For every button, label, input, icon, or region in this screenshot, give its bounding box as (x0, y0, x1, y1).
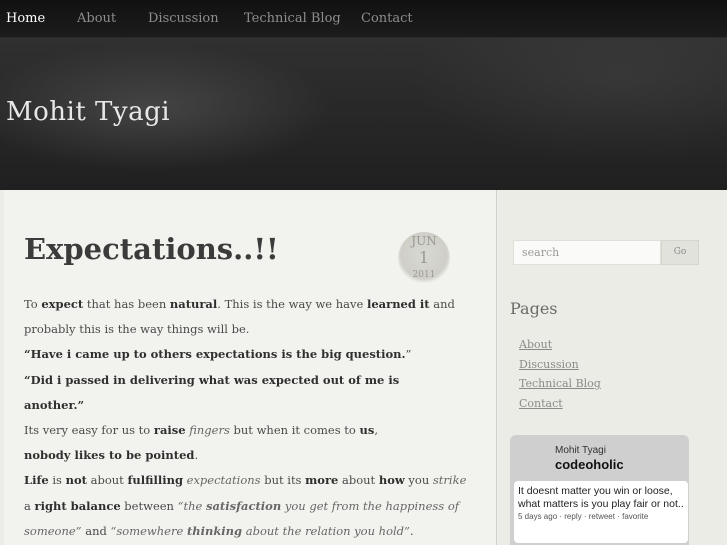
post-text-segment: “the (177, 498, 206, 513)
post-text-segment: us (359, 422, 375, 437)
post-text-segment: how (378, 473, 405, 488)
post-line: Its very easy for us to raise fingers bu… (24, 418, 404, 443)
post-text-segment: that has been (83, 297, 170, 311)
tweet-meta: 5 days ago · reply · retweet · favorite (518, 512, 684, 521)
post-text-segment: right balance (34, 498, 121, 513)
pages-link-contact[interactable]: Contact (519, 397, 563, 410)
tweet-favorite-link[interactable]: favorite (622, 512, 648, 521)
post-text-segment: learned it (367, 297, 430, 311)
post-text-segment: more (305, 473, 339, 488)
post-text-segment: “Did i passed in delivering what was exp… (24, 372, 400, 387)
post-text-segment: but its (260, 473, 306, 488)
tweet-card: It doesnt matter you win or loose, what … (514, 481, 688, 543)
post-text-segment: and (429, 297, 455, 311)
post-title[interactable]: Expectations..!! (24, 232, 279, 266)
post-text-segment: To (24, 297, 42, 311)
pages-link-discussion[interactable]: Discussion (519, 358, 579, 371)
post-text-segment: . (409, 523, 414, 538)
site-header: Mohit Tyagi (0, 38, 727, 190)
tweet-time-link[interactable]: 5 days ago (518, 512, 557, 521)
post-date-year: 2011 (412, 270, 436, 280)
tweet-text: It doesnt matter you win or loose, what … (518, 485, 684, 510)
post-text-segment: raise (153, 422, 186, 437)
post-text-segment: Life (24, 473, 49, 488)
post-date-badge: JUN 1 2011 (398, 232, 450, 284)
twitter-handle[interactable]: codeoholic (555, 457, 624, 472)
post-line: a right balance between “the satisfactio… (24, 494, 459, 519)
post-text-segment: is (48, 473, 66, 488)
tweet-retweet-link[interactable]: retweet (589, 512, 615, 521)
post-text-segment: natural (169, 297, 218, 311)
post-line: Life is not about fulfilling expectation… (24, 468, 466, 493)
pages-link-about[interactable]: About (519, 338, 552, 351)
post-text-segment: probably this is the way things will be. (24, 322, 250, 337)
pages-heading: Pages (510, 299, 558, 318)
search-go-button[interactable]: Go (661, 240, 699, 265)
post-text-segment: someone” (24, 523, 82, 538)
post-text-segment: another.” (24, 397, 85, 412)
post-body: To expect that has been natural. This is… (24, 292, 466, 544)
post-text-segment: satisfaction (206, 499, 281, 513)
tweet-reply-link[interactable]: reply (564, 512, 581, 521)
post-text-segment: . (194, 448, 199, 463)
post-text-segment: about the relation you hold” (242, 523, 410, 538)
post-text-segment: and (81, 523, 111, 538)
pages-link-technical-blog[interactable]: Technical Blog (519, 377, 601, 390)
nav-discussion-link[interactable]: Discussion (148, 11, 219, 26)
nav-about-link[interactable]: About (77, 11, 116, 26)
post-date-day: 1 (418, 248, 430, 267)
post-text-segment: between (120, 498, 178, 513)
nav-home-link[interactable]: Home (6, 11, 45, 26)
twitter-name: Mohit Tyagi (555, 445, 606, 456)
twitter-widget: Mohit Tyagi codeoholic It doesnt matter … (510, 435, 689, 545)
post-text-segment: “somewhere (110, 523, 187, 538)
post-text-segment: fingers (189, 422, 230, 437)
post-text-segment: expect (41, 297, 84, 311)
post-text-segment: . This is the way we have (217, 297, 367, 311)
post-line: another.” (24, 393, 404, 418)
post-text-segment: Its very easy for us to (24, 422, 154, 437)
post-text-segment: , (374, 422, 378, 437)
post-line: probably this is the way things will be. (24, 317, 404, 342)
post-line: To expect that has been natural. This is… (24, 292, 455, 317)
search-input[interactable] (513, 240, 661, 265)
post-text-segment: “Have i came up to others expectations i… (24, 347, 406, 362)
post-text-segment: fulfilling (127, 473, 183, 488)
post-line: “Have i came up to others expectations i… (24, 342, 411, 367)
post-line: someone” and “somewhere thinking about t… (24, 519, 414, 544)
post-text-segment: about (338, 473, 379, 488)
post-text-segment: you get from the happiness of (281, 498, 460, 513)
nav-technical-blog-link[interactable]: Technical Blog (244, 11, 341, 26)
post-text-segment-inner: thinking (186, 523, 243, 538)
post-text-segment: not (65, 473, 87, 488)
site-title[interactable]: Mohit Tyagi (6, 97, 170, 127)
top-nav: Home About Discussion Technical Blog Con… (0, 0, 727, 38)
post-text-segment: expectations (186, 473, 261, 488)
main-content: Expectations..!! JUN 1 2011 To expect th… (4, 190, 497, 545)
post-text-segment: you (404, 473, 433, 488)
post-date-month: JUN (411, 234, 437, 248)
post-text-segment: thinking (187, 524, 242, 538)
post-text-segment: ” (405, 347, 412, 362)
post-text-segment: about (86, 473, 128, 488)
post-text-segment-inner: satisfaction (206, 498, 282, 513)
post-text-segment: a (24, 498, 35, 513)
nav-contact-link[interactable]: Contact (361, 11, 413, 26)
post-line: “Did i passed in delivering what was exp… (24, 368, 404, 393)
sidebar: Go Pages About Discussion Technical Blog… (499, 190, 727, 545)
post-line: nobody likes to be pointed. (24, 443, 404, 468)
post-text-segment: strike (432, 473, 467, 488)
post-text-segment: but when it comes to (229, 422, 360, 437)
post-text-segment: nobody likes to be pointed (24, 448, 195, 463)
